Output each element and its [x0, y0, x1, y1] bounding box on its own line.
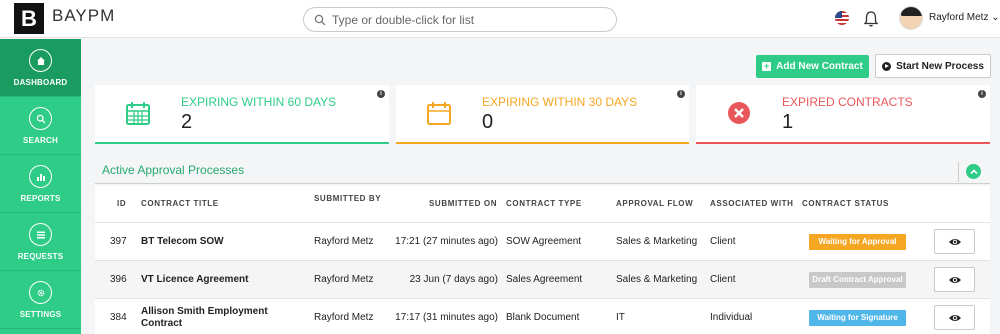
- chevron-down-icon: ⌄: [991, 12, 1000, 23]
- sidebar-item-dashboard[interactable]: DASHBOARD: [0, 39, 81, 97]
- search-icon: [29, 107, 52, 130]
- x-circle-icon: [728, 102, 750, 124]
- column-header-associated-with[interactable]: ASSOCIATED WITH: [710, 199, 794, 209]
- chart-icon: [29, 165, 52, 188]
- column-header-approval-flow[interactable]: APPROVAL FLOW: [616, 199, 693, 209]
- search-input[interactable]: [332, 12, 602, 27]
- cell-contract-title[interactable]: BT Telecom SOW: [141, 236, 224, 248]
- column-header-submitted-on[interactable]: SUBMITTED ON: [429, 199, 497, 209]
- cell-approval-flow: Sales & Marketing: [616, 274, 698, 285]
- eye-icon: [948, 314, 961, 321]
- stat-card-expiring-60[interactable]: EXPIRING WITHIN 60 DAYS 2 i: [95, 85, 389, 144]
- cell-contract-type: Blank Document: [506, 312, 580, 323]
- section-title: Active Approval Processes: [102, 163, 245, 177]
- stat-card-value: 0: [482, 111, 494, 133]
- column-header-submitted-by[interactable]: SUBMITTED BY: [314, 194, 384, 204]
- cell-submitted-by: Rayford Metz: [314, 312, 374, 323]
- play-icon: [882, 61, 892, 71]
- stat-card-value: 2: [181, 111, 193, 133]
- view-button[interactable]: [934, 229, 975, 254]
- eye-icon: [948, 276, 961, 283]
- sidebar-item-label: REPORTS: [20, 194, 61, 203]
- global-search[interactable]: [303, 7, 617, 32]
- start-new-process-label: Start New Process: [896, 60, 984, 72]
- stat-card-expired[interactable]: EXPIRED CONTRACTS 1 i: [696, 85, 990, 144]
- view-button[interactable]: [934, 267, 975, 292]
- chevron-up-icon: [969, 168, 978, 174]
- plus-icon: +: [762, 61, 772, 71]
- calendar-icon: [126, 102, 150, 125]
- sidebar-item-label: REQUESTS: [17, 252, 64, 261]
- approval-processes-table: ID CONTRACT TITLE SUBMITTED BY SUBMITTED…: [95, 186, 990, 334]
- sidebar-item-reports[interactable]: REPORTS: [0, 155, 81, 213]
- sidebar-item-requests[interactable]: REQUESTS: [0, 213, 81, 271]
- cell-id: 397: [110, 236, 127, 247]
- list-icon: [29, 223, 52, 246]
- stat-card-title: EXPIRED CONTRACTS: [782, 95, 913, 109]
- collapse-section-button[interactable]: [966, 164, 981, 179]
- calendar-icon: [427, 102, 451, 125]
- cell-submitted-on: 17:17 (31 minutes ago): [395, 312, 498, 323]
- user-name: Rayford Metz: [929, 12, 989, 23]
- cell-contract-title[interactable]: Allison Smith Employment: [141, 306, 268, 318]
- user-avatar[interactable]: [899, 6, 923, 30]
- cell-submitted-by: Rayford Metz: [314, 236, 374, 247]
- sidebar-item-label: DASHBOARD: [13, 78, 68, 87]
- eye-icon: [948, 238, 961, 245]
- stat-card-expiring-30[interactable]: EXPIRING WITHIN 30 DAYS 0 i: [396, 85, 689, 144]
- user-menu[interactable]: Rayford Metz ⌄: [929, 12, 1000, 23]
- cell-associated-with: Individual: [710, 312, 753, 323]
- view-button[interactable]: [934, 305, 975, 330]
- table-row[interactable]: 396 VT Licence Agreement Rayford Metz 23…: [95, 260, 990, 298]
- sidebar-item-settings[interactable]: SETTINGS: [0, 271, 81, 329]
- language-flag-icon[interactable]: [835, 11, 849, 25]
- stat-card-title: EXPIRING WITHIN 60 DAYS: [181, 95, 337, 109]
- status-badge: Waiting for Signature: [809, 310, 906, 326]
- top-bar: B BAYPM Rayford Metz ⌄: [0, 0, 1000, 38]
- search-icon: [314, 14, 326, 25]
- status-badge: Waiting for Approval: [809, 234, 906, 250]
- gear-icon: [29, 281, 52, 304]
- column-header-id[interactable]: ID: [117, 199, 126, 209]
- table-row[interactable]: 384 Allison Smith Employment Contract Ra…: [95, 298, 990, 334]
- cell-contract-title[interactable]: VT Licence Agreement: [141, 274, 248, 286]
- sidebar-item-label: SEARCH: [23, 136, 58, 145]
- stat-card-value: 1: [782, 111, 794, 133]
- cell-approval-flow: IT: [616, 312, 625, 323]
- column-header-contract-title[interactable]: CONTRACT TITLE: [141, 199, 219, 209]
- sidebar-item-search[interactable]: SEARCH: [0, 97, 81, 155]
- section-underline: [95, 183, 990, 184]
- sidebar: DASHBOARD SEARCH REPORTS REQUESTS SETTIN…: [0, 39, 81, 334]
- home-icon: [29, 49, 52, 72]
- column-header-contract-type[interactable]: CONTRACT TYPE: [506, 199, 582, 209]
- cell-id: 384: [110, 312, 127, 323]
- cell-contract-type: Sales Agreement: [506, 274, 583, 285]
- cell-submitted-on: 23 Jun (7 days ago): [409, 274, 498, 285]
- cell-submitted-on: 17:21 (27 minutes ago): [395, 236, 498, 247]
- stat-card-title: EXPIRING WITHIN 30 DAYS: [482, 95, 638, 109]
- add-new-contract-button[interactable]: + Add New Contract: [756, 55, 869, 78]
- notification-bell-icon[interactable]: [863, 10, 879, 28]
- start-new-process-button[interactable]: Start New Process: [875, 54, 991, 78]
- brand-name[interactable]: BAYPM: [52, 6, 115, 26]
- add-new-contract-label: Add New Contract: [776, 61, 863, 72]
- info-icon[interactable]: i: [677, 90, 685, 98]
- cell-associated-with: Client: [710, 274, 736, 285]
- cell-contract-title-continued[interactable]: Contract: [141, 318, 182, 330]
- info-icon[interactable]: i: [377, 90, 385, 98]
- info-icon[interactable]: i: [978, 90, 986, 98]
- sidebar-item-label: SETTINGS: [19, 310, 62, 319]
- cell-id: 396: [110, 274, 127, 285]
- brand-logo[interactable]: B: [14, 3, 44, 34]
- cell-associated-with: Client: [710, 236, 736, 247]
- cell-submitted-by: Rayford Metz: [314, 274, 374, 285]
- cell-contract-type: SOW Agreement: [506, 236, 582, 247]
- column-header-contract-status[interactable]: CONTRACT STATUS: [802, 199, 889, 209]
- section-divider: [958, 162, 959, 182]
- cell-approval-flow: Sales & Marketing: [616, 236, 698, 247]
- status-badge: Draft Contract Approval: [809, 272, 906, 288]
- table-row[interactable]: 397 BT Telecom SOW Rayford Metz 17:21 (2…: [95, 222, 990, 260]
